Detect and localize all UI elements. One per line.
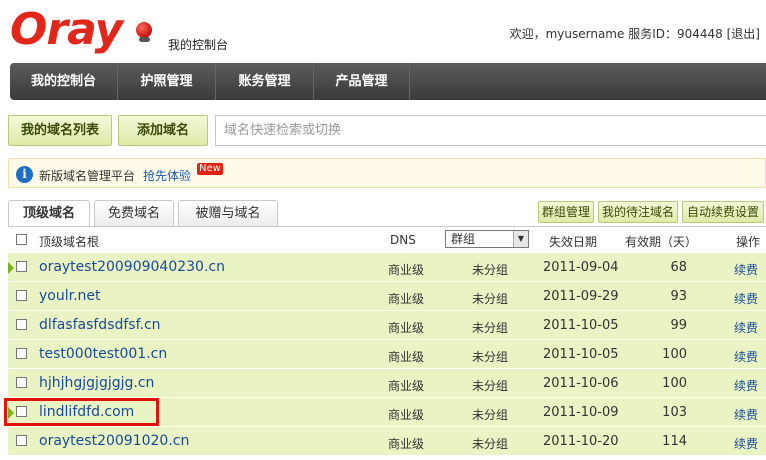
chevron-down-icon: ▼ (513, 231, 528, 247)
row-marker-icon (8, 262, 14, 274)
expire-date: 2011-10-09 (543, 405, 619, 420)
group-name: 未分组 (472, 321, 509, 335)
dns-level: 商业级 (388, 437, 425, 451)
group-select-value: 群组 (451, 232, 476, 246)
valid-days: 103 (662, 405, 687, 420)
valid-days: 100 (662, 347, 687, 362)
nav-item-passport[interactable]: 护照管理 (118, 63, 216, 100)
add-domain-button[interactable]: 添加域名 (118, 115, 208, 146)
domain-search-input[interactable]: 域名快速检索或切换 (215, 115, 766, 146)
group-name: 未分组 (472, 292, 509, 306)
main-nav: 我的控制台 护照管理 账务管理 产品管理 (10, 63, 766, 100)
table-row[interactable]: dlfasfasfdsdfsf.cn 商业级 未分组 2011-10-05 99 续费 (8, 311, 766, 340)
renew-link[interactable]: 续费 (734, 406, 758, 423)
renew-link[interactable]: 续费 (734, 348, 758, 365)
table-row[interactable]: hjhjhgjgjgjgjg.cn 商业级 未分组 2011-10-06 100 续费 (8, 369, 766, 398)
notice-bar: i 新版域名管理平台 抢先体验 New (8, 158, 766, 188)
renew-link[interactable]: 续费 (734, 261, 758, 278)
dns-level: 商业级 (388, 379, 425, 393)
domain-name-link[interactable]: oraytest20091020.cn (39, 433, 189, 449)
valid-days: 68 (670, 260, 687, 275)
group-filter-select[interactable]: 群组 ▼ (445, 230, 529, 248)
domain-list-button[interactable]: 我的域名列表 (8, 115, 112, 146)
row-checkbox[interactable] (16, 290, 27, 301)
dns-level: 商业级 (388, 350, 425, 364)
dns-level: 商业级 (388, 321, 425, 335)
try-new-link[interactable]: 抢先体验 (143, 167, 191, 184)
domain-toolbar: 我的域名列表 添加域名 域名快速检索或切换 (8, 114, 766, 148)
renew-link[interactable]: 续费 (734, 319, 758, 336)
pending-domains-button[interactable]: 我的待注域名 (598, 201, 678, 223)
page-header: Oray 我的控制台 欢迎，myusername 服务ID：904448 [退出… (0, 0, 766, 62)
valid-days: 100 (662, 376, 687, 391)
valid-days: 114 (662, 434, 687, 449)
table-row[interactable]: oraytest200909040230.cn 商业级 未分组 2011-09-04 6… (8, 253, 766, 282)
domain-name-link[interactable]: dlfasfasfdsdfsf.cn (39, 317, 161, 333)
group-manage-button[interactable]: 群组管理 (538, 201, 594, 223)
dns-level: 商业级 (388, 263, 425, 277)
domain-name-link[interactable]: youlr.net (39, 288, 101, 304)
row-checkbox[interactable] (16, 261, 27, 272)
renew-link[interactable]: 续费 (734, 377, 758, 394)
group-name: 未分组 (472, 437, 509, 451)
user-info: 欢迎，myusername 服务ID：904448 [退出] (510, 25, 760, 42)
expire-date: 2011-10-05 (543, 318, 619, 333)
notice-text: 新版域名管理平台 (39, 169, 136, 183)
renew-link[interactable]: 续费 (734, 290, 758, 307)
dns-level: 商业级 (388, 292, 425, 306)
domain-name-link[interactable]: test000test001.cn (39, 346, 167, 362)
auto-renew-button[interactable]: 自动续费设置 (682, 201, 764, 223)
domain-name-link[interactable]: hjhjhgjgjgjgjg.cn (39, 375, 154, 391)
tab-free[interactable]: 免费域名 (94, 200, 174, 226)
col-expire: 失效日期 (549, 235, 598, 249)
nav-item-console[interactable]: 我的控制台 (10, 63, 118, 100)
col-dns: DNS (390, 233, 416, 247)
highlight-box (4, 398, 159, 426)
col-valid: 有效期（天） (625, 235, 698, 249)
col-name: 顶级域名根 (39, 235, 100, 249)
group-name: 未分组 (472, 408, 509, 422)
oray-logo[interactable]: Oray (10, 4, 123, 55)
welcome-text: 欢迎，myusername 服务ID：904448 (509, 27, 723, 41)
dns-level: 商业级 (388, 408, 425, 422)
renew-link[interactable]: 续费 (734, 435, 758, 452)
logo-ball-icon (136, 22, 152, 42)
valid-days: 93 (670, 289, 687, 304)
group-name: 未分组 (472, 350, 509, 364)
row-checkbox[interactable] (16, 377, 27, 388)
expire-date: 2011-10-06 (543, 376, 619, 391)
table-row[interactable]: oraytest20091020.cn 商业级 未分组 2011-10-20 114 续费 (8, 427, 766, 456)
new-badge: New (197, 163, 223, 175)
row-checkbox[interactable] (16, 435, 27, 446)
group-name: 未分组 (472, 263, 509, 277)
logo-text: Oray (10, 4, 123, 55)
domain-name-link[interactable]: oraytest200909040230.cn (39, 259, 225, 275)
nav-item-products[interactable]: 产品管理 (314, 63, 410, 100)
col-ops: 操作 (736, 235, 761, 249)
console-label: 我的控制台 (168, 38, 229, 52)
expire-date: 2011-10-05 (543, 347, 619, 362)
table-header: 顶级域名根 DNS 群组 ▼ 失效日期 有效期（天） 操作 (8, 227, 766, 253)
table-row[interactable]: test000test001.cn 商业级 未分组 2011-10-05 100 续费 (8, 340, 766, 369)
row-checkbox[interactable] (16, 348, 27, 359)
tab-top-level[interactable]: 顶级域名 (8, 200, 90, 227)
valid-days: 99 (670, 318, 687, 333)
logout-link[interactable]: [退出] (727, 27, 760, 41)
expire-date: 2011-09-29 (543, 289, 619, 304)
nav-item-billing[interactable]: 账务管理 (216, 63, 314, 100)
expire-date: 2011-09-04 (543, 260, 619, 275)
table-row[interactable]: youlr.net 商业级 未分组 2011-09-29 93 续费 (8, 282, 766, 311)
select-all-checkbox[interactable] (16, 234, 27, 245)
row-checkbox[interactable] (16, 319, 27, 330)
tab-gifted[interactable]: 被赠与域名 (178, 200, 278, 226)
expire-date: 2011-10-20 (543, 434, 619, 449)
info-icon: i (16, 166, 33, 183)
group-name: 未分组 (472, 379, 509, 393)
